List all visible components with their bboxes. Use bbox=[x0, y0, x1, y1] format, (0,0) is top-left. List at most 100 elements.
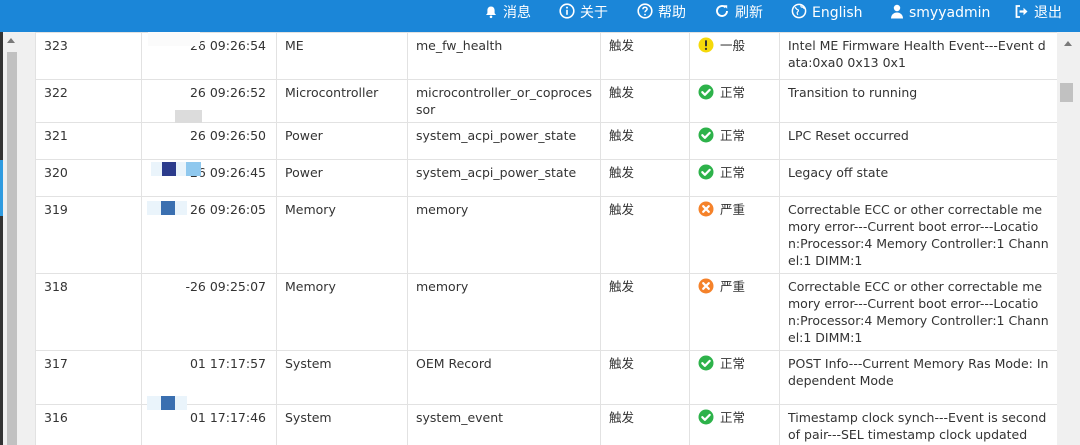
severity-label: 一般 bbox=[720, 38, 746, 53]
description-cell: POST Info---Current Memory Ras Mode: Ind… bbox=[779, 350, 1057, 405]
warning-icon bbox=[698, 37, 714, 57]
event-type-cell: 触发 bbox=[600, 159, 690, 197]
event-id-cell: 319 bbox=[35, 196, 142, 274]
severity-cell: 严重 bbox=[689, 196, 780, 274]
severity-cell: 正常 bbox=[689, 79, 780, 123]
check-circle-icon bbox=[698, 409, 714, 429]
info-icon bbox=[559, 3, 580, 21]
nav-label: 刷新 bbox=[735, 5, 763, 21]
check-circle-icon bbox=[698, 164, 714, 184]
nav-english-button[interactable]: English bbox=[791, 0, 863, 26]
event-type-cell: 触发 bbox=[600, 196, 690, 274]
sensor-type-cell: System bbox=[276, 350, 408, 405]
severity-label: 正常 bbox=[720, 85, 746, 100]
event-id-cell: 320 bbox=[35, 159, 142, 197]
event-id-cell: 323 bbox=[35, 32, 142, 80]
severity-label: 正常 bbox=[720, 410, 746, 425]
redaction-block bbox=[148, 32, 200, 46]
nav-label: English bbox=[812, 5, 863, 21]
event-id-cell: 318 bbox=[35, 273, 142, 351]
redaction-block bbox=[162, 162, 176, 176]
scroll-up-arrow-icon[interactable] bbox=[1064, 41, 1072, 46]
scrollbar-thumb[interactable] bbox=[1060, 83, 1073, 102]
event-log-table-container: 323 26 09:26:54 ME me_fw_health 触发 一般 Intel ME… bbox=[35, 32, 1057, 445]
help-icon bbox=[637, 3, 658, 21]
refresh-icon bbox=[714, 5, 735, 21]
timestamp-cell: 01 17:17:46 bbox=[141, 404, 277, 445]
nav-label: smyyadmin bbox=[909, 5, 991, 21]
check-circle-icon bbox=[698, 355, 714, 375]
redaction-block bbox=[175, 110, 202, 123]
sensor-name-cell: system_event bbox=[407, 404, 601, 445]
sensor-type-cell: Microcontroller bbox=[276, 79, 408, 123]
severity-cell: 正常 bbox=[689, 350, 780, 405]
table-row[interactable]: 317 01 17:17:57 System OEM Record 触发 正常 POST I… bbox=[35, 350, 1057, 405]
check-circle-icon bbox=[698, 127, 714, 147]
table-row[interactable]: 319 26 09:26:05 Memory memory 触发 严重 Correctabl… bbox=[35, 196, 1057, 274]
severity-label: 正常 bbox=[720, 356, 746, 371]
bell-icon bbox=[484, 5, 503, 21]
event-id-cell: 321 bbox=[35, 122, 142, 160]
right-scrollbar[interactable] bbox=[1057, 32, 1080, 445]
redaction-block bbox=[186, 162, 201, 176]
severity-cell: 一般 bbox=[689, 32, 780, 80]
severity-label: 正常 bbox=[720, 165, 746, 180]
description-cell: LPC Reset occurred bbox=[779, 122, 1057, 160]
nav-messages-button[interactable]: 消息 bbox=[484, 0, 531, 26]
event-id-cell: 322 bbox=[35, 79, 142, 123]
sensor-type-cell: Memory bbox=[276, 273, 408, 351]
sensor-name-cell: memory bbox=[407, 196, 601, 274]
top-nav-bar: 消息 关于 帮助 刷新 English smyyadmin 退出 bbox=[0, 0, 1080, 32]
timestamp-cell: 26 09:26:52 bbox=[141, 79, 277, 123]
nav-label: 关于 bbox=[580, 5, 608, 21]
scrollbar-thumb[interactable] bbox=[7, 52, 17, 445]
timestamp-cell: 26 09:26:50 bbox=[141, 122, 277, 160]
nav-refresh-button[interactable]: 刷新 bbox=[714, 0, 763, 26]
globe-icon bbox=[791, 3, 812, 21]
table-row[interactable]: 321 26 09:26:50 Power system_acpi_power_sta… bbox=[35, 122, 1057, 160]
sensor-type-cell: Power bbox=[276, 159, 408, 197]
event-type-cell: 触发 bbox=[600, 32, 690, 80]
description-cell: Transition to running bbox=[779, 79, 1057, 123]
left-scrollbar[interactable] bbox=[3, 32, 20, 445]
description-cell: Correctable ECC or other correctable mem… bbox=[779, 196, 1057, 274]
redaction-block bbox=[161, 201, 175, 215]
redaction-block bbox=[161, 396, 175, 410]
nav-user-button[interactable]: smyyadmin bbox=[890, 0, 990, 26]
sensor-type-cell: System bbox=[276, 404, 408, 445]
event-log-table: 323 26 09:26:54 ME me_fw_health 触发 一般 Intel ME… bbox=[35, 32, 1057, 445]
event-type-cell: 触发 bbox=[600, 273, 690, 351]
event-id-cell: 317 bbox=[35, 350, 142, 405]
nav-label: 消息 bbox=[503, 5, 531, 21]
severity-cell: 严重 bbox=[689, 273, 780, 351]
sensor-name-cell: system_acpi_power_state bbox=[407, 122, 601, 160]
event-type-cell: 触发 bbox=[600, 79, 690, 123]
sensor-name-cell: microcontroller_or_coprocessor bbox=[407, 79, 601, 123]
nav-logout-button[interactable]: 退出 bbox=[1014, 0, 1062, 26]
severity-cell: 正常 bbox=[689, 122, 780, 160]
sensor-type-cell: ME bbox=[276, 32, 408, 80]
severity-label: 正常 bbox=[720, 128, 746, 143]
sensor-name-cell: me_fw_health bbox=[407, 32, 601, 80]
event-type-cell: 触发 bbox=[600, 122, 690, 160]
description-cell: Intel ME Firmware Health Event---Event d… bbox=[779, 32, 1057, 80]
severity-label: 严重 bbox=[720, 202, 746, 217]
sensor-type-cell: Power bbox=[276, 122, 408, 160]
table-row[interactable]: 316 01 17:17:46 System system_event 触发 正常 Time… bbox=[35, 404, 1057, 445]
sensor-name-cell: OEM Record bbox=[407, 350, 601, 405]
sensor-name-cell: system_acpi_power_state bbox=[407, 159, 601, 197]
description-cell: Legacy off state bbox=[779, 159, 1057, 197]
description-cell: Timestamp clock synch---Event is second … bbox=[779, 404, 1057, 445]
description-cell: Correctable ECC or other correctable mem… bbox=[779, 273, 1057, 351]
sensor-type-cell: Memory bbox=[276, 196, 408, 274]
nav-help-button[interactable]: 帮助 bbox=[637, 0, 686, 26]
nav-label: 帮助 bbox=[658, 5, 686, 21]
table-row[interactable]: 318 -26 09:25:07 Memory memory 触发 严重 Correctab… bbox=[35, 273, 1057, 351]
sensor-name-cell: memory bbox=[407, 273, 601, 351]
severity-cell: 正常 bbox=[689, 404, 780, 445]
user-icon bbox=[890, 4, 909, 21]
scroll-up-arrow-icon[interactable] bbox=[7, 38, 15, 43]
event-type-cell: 触发 bbox=[600, 404, 690, 445]
logout-icon bbox=[1014, 5, 1034, 21]
nav-about-button[interactable]: 关于 bbox=[559, 0, 608, 26]
